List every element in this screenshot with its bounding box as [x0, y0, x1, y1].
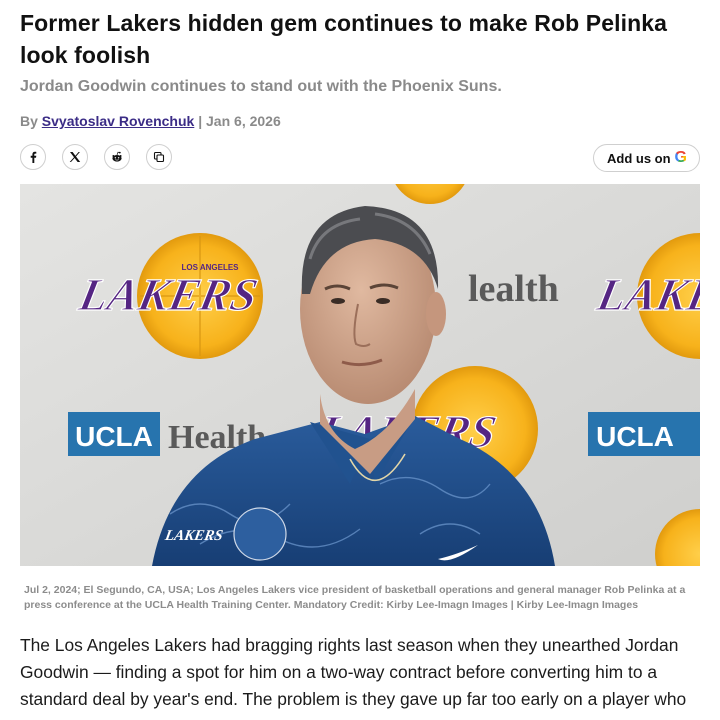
publish-date: Jan 6, 2026 — [206, 113, 281, 129]
facebook-icon — [30, 151, 37, 163]
article-title: Former Lakers hidden gem continues to ma… — [20, 10, 668, 68]
lakers-logo-left-wordmark: LAKERS — [74, 270, 262, 320]
article-body: The Los Angeles Lakers had bragging righ… — [20, 635, 687, 709]
lakers-logo-right-wordmark: LAKERS — [592, 270, 700, 320]
share-reddit-button[interactable] — [104, 144, 130, 170]
article-photo: LAKERS LOS ANGELES LAKERS lealth LAKERS … — [20, 184, 700, 566]
share-bar — [20, 144, 172, 172]
x-icon — [69, 152, 81, 162]
ucla-health-right-ucla: UCLA — [596, 421, 674, 452]
add-us-label: Add us on — [607, 150, 671, 166]
share-x-button[interactable] — [62, 144, 88, 170]
byline-prefix: By — [20, 113, 38, 129]
reddit-icon — [112, 151, 122, 162]
article-subtitle: Jordan Goodwin continues to stand out wi… — [20, 78, 502, 95]
shirt-lakers-logo: LAKERS — [163, 528, 224, 544]
photo-illustration: LAKERS LOS ANGELES LAKERS lealth LAKERS … — [20, 184, 700, 566]
byline-separator: | — [198, 113, 203, 129]
byline: By Svyatoslav Rovenchuk | Jan 6, 2026 — [20, 113, 281, 129]
image-caption: Jul 2, 2024; El Segundo, CA, USA; Los An… — [24, 584, 686, 611]
ucla-health-right: UCLA — [588, 412, 700, 456]
lakers-logo-left-city: LOS ANGELES — [181, 263, 239, 272]
copy-link-icon — [153, 151, 165, 163]
copy-link-button[interactable] — [146, 144, 172, 170]
ucla-health-left-ucla: UCLA — [75, 421, 153, 452]
author-link[interactable]: Svyatoslav Rovenchuk — [42, 113, 195, 129]
sponsor-health-top: lealth — [468, 268, 559, 310]
add-us-on-google-button[interactable]: Add us on G — [593, 144, 700, 172]
share-facebook-button[interactable] — [20, 144, 46, 170]
google-icon: G — [674, 149, 687, 166]
